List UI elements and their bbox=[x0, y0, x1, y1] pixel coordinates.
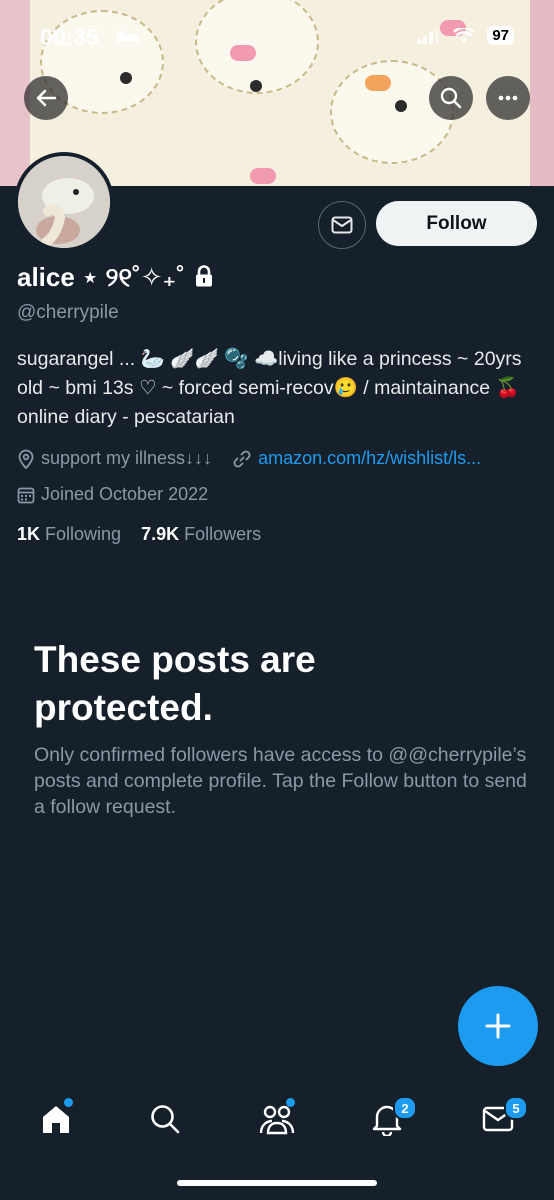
plus-icon bbox=[485, 1013, 511, 1039]
joined-date: Joined October 2022 bbox=[41, 484, 209, 504]
banner-bow bbox=[365, 75, 391, 91]
search-icon bbox=[440, 87, 462, 109]
home-icon bbox=[43, 1106, 69, 1133]
status-right-group: 97 bbox=[417, 26, 514, 45]
location-pin-icon bbox=[18, 449, 34, 469]
link-icon bbox=[233, 450, 251, 467]
handle: @cherrypile bbox=[17, 302, 119, 323]
battery-indicator: 97 bbox=[487, 26, 514, 45]
status-time: 00:35 bbox=[40, 24, 99, 50]
bio: sugarangel ... 🦢 🪽🪽 🫧 ☁️living like a pr… bbox=[17, 348, 522, 428]
wifi-icon bbox=[453, 27, 476, 43]
joined-row: Joined October 2022 bbox=[17, 484, 208, 505]
display-name: alice ⋆ ୨୧˚✧₊˚ bbox=[17, 262, 214, 294]
arrow-left-icon bbox=[36, 89, 57, 107]
tab-messages[interactable]: 5 bbox=[473, 1094, 528, 1144]
status-bar: 00:35 97 bbox=[0, 0, 554, 70]
compose-post-button[interactable] bbox=[458, 986, 538, 1066]
following-label: Following bbox=[45, 524, 122, 544]
following-link[interactable]: 1K Following bbox=[17, 524, 121, 544]
follow-counts: 1K Following 7.9K Followers bbox=[17, 524, 261, 545]
avatar[interactable] bbox=[14, 152, 114, 252]
protected-body: Only confirmed followers have access to … bbox=[34, 744, 527, 818]
lock-icon bbox=[196, 265, 213, 287]
tab-communities[interactable] bbox=[252, 1094, 302, 1144]
banner-sticker-eye bbox=[120, 72, 132, 84]
envelope-icon bbox=[331, 216, 353, 234]
location-text: support my illness↓↓↓ bbox=[41, 448, 213, 468]
cellular-signal-icon bbox=[417, 27, 440, 44]
followers-label: Followers bbox=[184, 524, 262, 544]
notifications-badge: 2 bbox=[393, 1096, 417, 1120]
messages-badge: 5 bbox=[504, 1096, 528, 1120]
tab-home[interactable] bbox=[31, 1094, 81, 1144]
message-button[interactable] bbox=[318, 201, 366, 249]
banner-sticker-eye bbox=[250, 80, 262, 92]
followers-link[interactable]: 7.9K Followers bbox=[141, 524, 261, 544]
banner-bow bbox=[250, 168, 276, 184]
tab-notifications[interactable]: 2 bbox=[362, 1094, 417, 1144]
profile-meta-row: support my illness↓↓↓ amazon.com/hz/wish… bbox=[17, 448, 481, 469]
sleep-focus-icon bbox=[117, 31, 139, 44]
avatar-plush-toy-image bbox=[18, 156, 110, 248]
followers-count: 7.9K bbox=[141, 524, 180, 544]
home-unread-dot bbox=[64, 1098, 73, 1107]
display-name-text: alice ⋆ ୨୧˚✧₊˚ bbox=[17, 262, 185, 292]
website-link[interactable]: amazon.com/hz/wishlist/ls... bbox=[258, 448, 481, 469]
home-indicator[interactable] bbox=[177, 1180, 377, 1186]
following-count: 1K bbox=[17, 524, 41, 544]
follow-button[interactable]: Follow bbox=[376, 201, 537, 246]
protected-title: These posts are protected. bbox=[34, 639, 316, 728]
more-horizontal-icon bbox=[498, 95, 518, 101]
calendar-icon bbox=[17, 487, 35, 503]
search-icon bbox=[151, 1105, 180, 1134]
back-button[interactable] bbox=[24, 76, 68, 120]
search-button[interactable] bbox=[429, 76, 473, 120]
communities-unread-dot bbox=[286, 1098, 295, 1107]
banner-sticker-eye bbox=[395, 100, 407, 112]
communities-icon bbox=[259, 1105, 295, 1135]
more-options-button[interactable] bbox=[486, 76, 530, 120]
tab-search[interactable] bbox=[140, 1094, 190, 1144]
